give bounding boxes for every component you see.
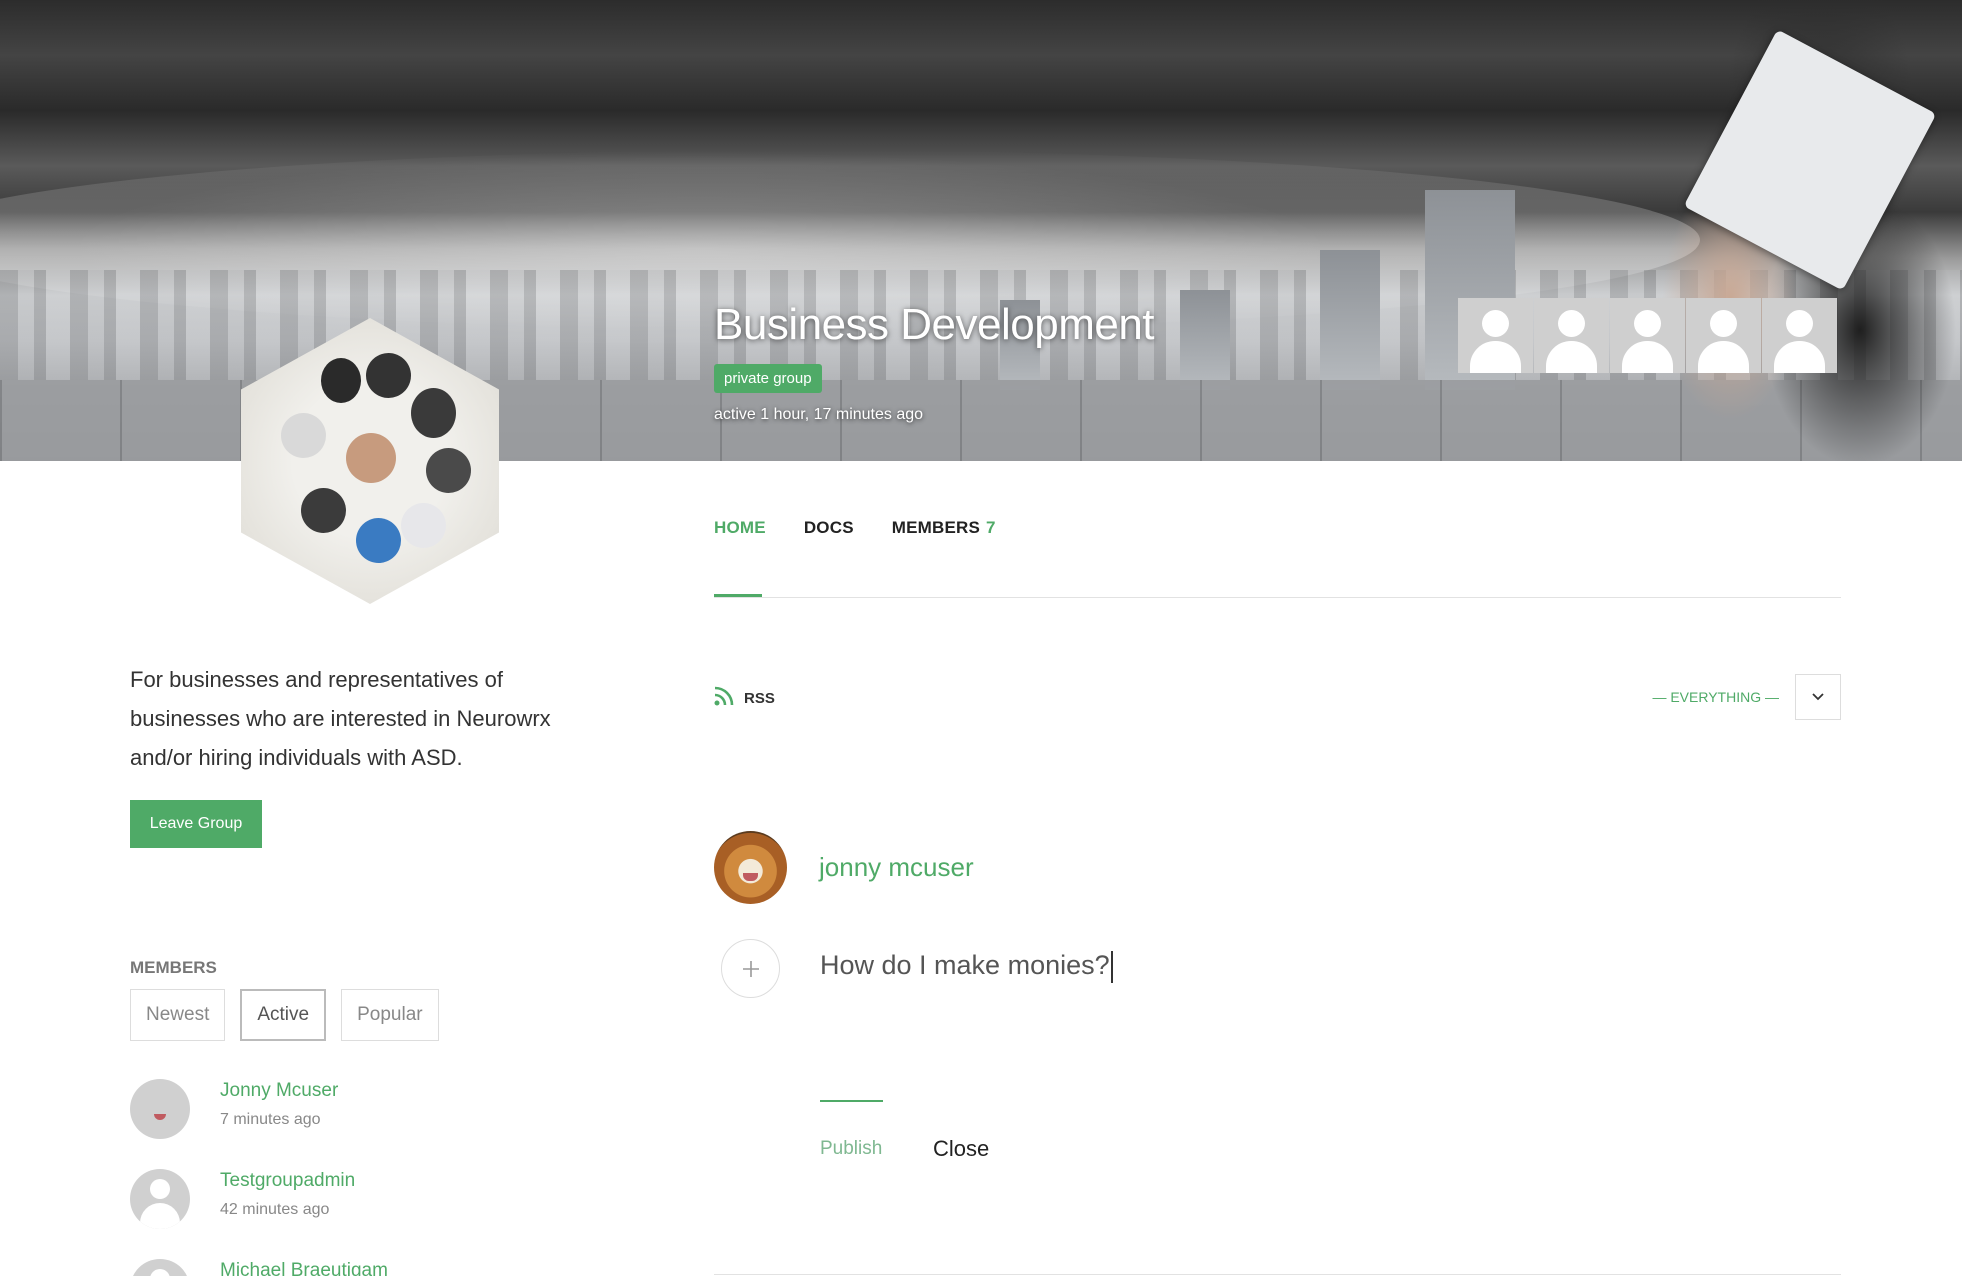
- group-nav: HOME DOCS MEMBERS 7: [714, 518, 996, 538]
- rss-link[interactable]: RSS: [714, 686, 775, 711]
- plus-icon[interactable]: [721, 939, 780, 998]
- tab-members[interactable]: MEMBERS 7: [892, 518, 996, 538]
- members-filter-tabs: Newest Active Popular: [130, 989, 439, 1041]
- post-text: How do I make monies?: [820, 950, 1110, 980]
- post-author: jonny mcuser: [714, 831, 974, 904]
- member-name[interactable]: Michael Braeutigam: [220, 1259, 388, 1276]
- user-avatar-icon[interactable]: [1686, 298, 1761, 373]
- rss-label: RSS: [744, 690, 775, 707]
- leave-group-button[interactable]: Leave Group: [130, 800, 262, 848]
- group-description: For businesses and representatives of bu…: [130, 667, 551, 770]
- member-last-active: 7 minutes ago: [220, 1111, 321, 1128]
- list-item: Testgroupadmin 42 minutes ago: [130, 1169, 355, 1229]
- user-avatar-icon[interactable]: [1458, 298, 1533, 373]
- group-admins: [1458, 298, 1837, 373]
- group-title: Business Development: [714, 300, 1155, 349]
- user-avatar-icon[interactable]: [1610, 298, 1685, 373]
- member-name[interactable]: Jonny Mcuser: [220, 1079, 338, 1103]
- text-caret: [1110, 950, 1113, 983]
- member-last-active: 42 minutes ago: [220, 1201, 330, 1218]
- user-avatar-icon[interactable]: [1762, 298, 1837, 373]
- post-author-name[interactable]: jonny mcuser: [819, 852, 974, 883]
- members-widget-title: MEMBERS: [130, 958, 217, 977]
- filter-active[interactable]: Active: [240, 989, 327, 1041]
- close-button[interactable]: Close: [933, 1136, 989, 1162]
- avatar[interactable]: [130, 1169, 190, 1229]
- activity-filter-value: — EVERYTHING —: [1652, 689, 1779, 705]
- tab-docs[interactable]: DOCS: [804, 518, 854, 538]
- filter-newest[interactable]: Newest: [130, 989, 226, 1041]
- publish-button[interactable]: Publish: [820, 1138, 882, 1160]
- user-avatar-icon[interactable]: [1534, 298, 1609, 373]
- publish-indicator: [820, 1100, 883, 1102]
- filter-popular[interactable]: Popular: [341, 989, 439, 1041]
- avatar[interactable]: [130, 1079, 190, 1139]
- chevron-down-icon[interactable]: [1795, 674, 1841, 720]
- content-divider: [714, 1274, 1841, 1275]
- privacy-badge: private group: [714, 364, 822, 393]
- post-textarea[interactable]: How do I make monies?: [820, 950, 1113, 983]
- list-item: Michael Braeutigam: [130, 1259, 388, 1276]
- member-name[interactable]: Testgroupadmin: [220, 1169, 355, 1193]
- list-item: Jonny Mcuser 7 minutes ago: [130, 1079, 338, 1139]
- members-count: 7: [986, 518, 996, 537]
- avatar[interactable]: [130, 1259, 190, 1276]
- active-tab-indicator: [714, 594, 762, 597]
- group-last-active: active 1 hour, 17 minutes ago: [714, 406, 924, 423]
- avatar[interactable]: [714, 831, 787, 904]
- rss-icon: [714, 686, 734, 711]
- tab-home[interactable]: HOME: [714, 518, 766, 538]
- activity-filter-select[interactable]: — EVERYTHING —: [1652, 674, 1841, 720]
- nav-divider: [714, 597, 1841, 598]
